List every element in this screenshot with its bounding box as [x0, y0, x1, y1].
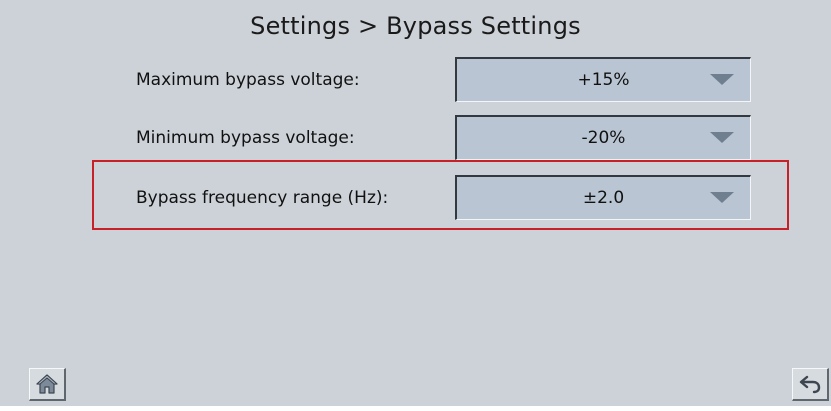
max-bypass-voltage-value: +15%	[577, 70, 630, 90]
page-title: Settings > Bypass Settings	[250, 12, 581, 40]
dropdown-arrow-icon	[710, 132, 734, 143]
min-bypass-voltage-dropdown[interactable]: -20%	[455, 115, 751, 160]
max-bypass-voltage-label: Maximum bypass voltage:	[136, 70, 360, 90]
settings-screen: Settings > Bypass Settings Maximum bypas…	[0, 0, 831, 406]
home-button[interactable]	[29, 368, 66, 401]
bypass-frequency-range-label: Bypass frequency range (Hz):	[136, 188, 389, 208]
dropdown-arrow-icon	[710, 74, 734, 85]
home-icon	[36, 374, 58, 394]
bypass-frequency-range-value: ±2.0	[582, 188, 625, 208]
min-bypass-voltage-label: Minimum bypass voltage:	[136, 128, 355, 148]
bypass-frequency-range-dropdown[interactable]: ±2.0	[455, 175, 751, 220]
back-arrow-icon	[799, 375, 821, 394]
min-bypass-voltage-value: -20%	[581, 128, 626, 148]
max-bypass-voltage-dropdown[interactable]: +15%	[455, 57, 751, 102]
back-button[interactable]	[792, 368, 829, 401]
dropdown-arrow-icon	[710, 192, 734, 203]
